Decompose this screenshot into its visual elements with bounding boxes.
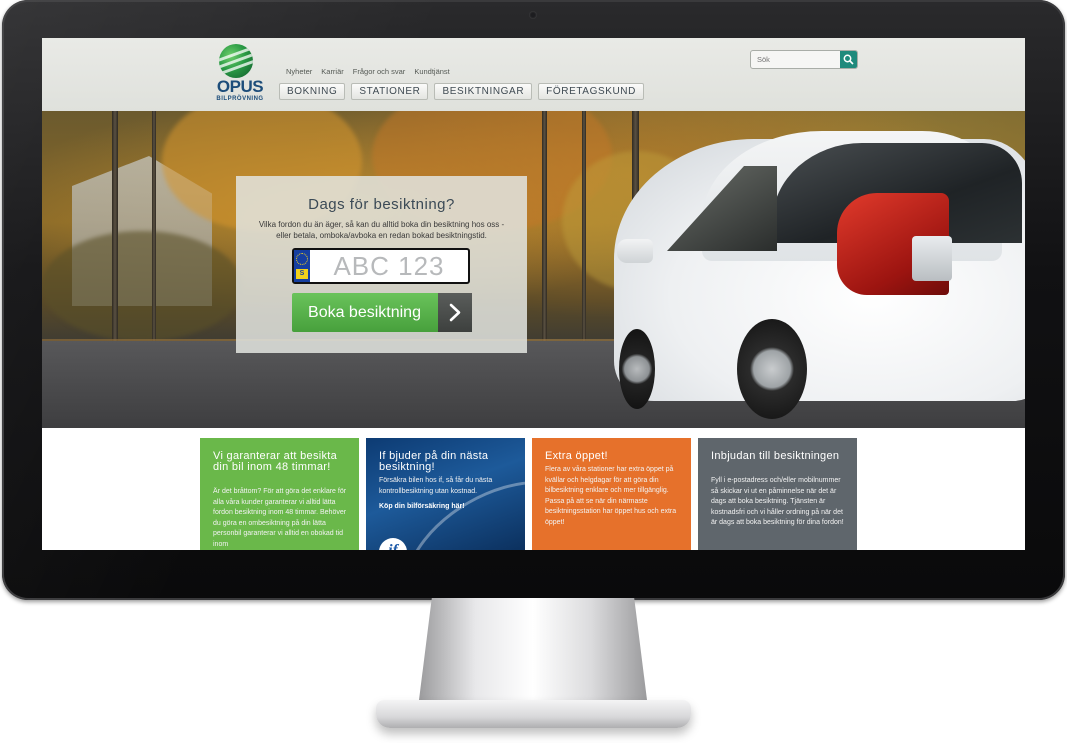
- eu-flag-icon: S: [294, 250, 310, 282]
- car-rear-wheel: [737, 319, 807, 419]
- webcam: [529, 11, 537, 19]
- card-text: Fyll i e-postadress och/eller mobilnumme…: [711, 477, 844, 526]
- site-header: OPUS BILPRÖVNING Nyheter Karriär Frågor …: [42, 38, 1025, 111]
- booking-title: Dags för besiktning?: [308, 196, 455, 213]
- logo-text: OPUS: [216, 77, 264, 96]
- card-link[interactable]: Köp din bilförsäkring här!: [379, 503, 465, 510]
- card-text: Försäkra bilen hos if, så får du nästa k…: [379, 477, 493, 495]
- booking-description: Vilka fordon du än äger, så kan du allti…: [258, 220, 505, 240]
- search-button[interactable]: [840, 51, 857, 68]
- card-title: If bjuder på din nästa besiktning!: [379, 450, 489, 473]
- promo-cards: Vi garanterar att besikta din bil inom 4…: [200, 438, 857, 550]
- monitor-stand-base: [376, 700, 691, 728]
- nav-stationer[interactable]: STATIONER: [351, 83, 429, 100]
- plate-country-code: S: [296, 269, 308, 279]
- if-logo-icon: if: [379, 538, 407, 550]
- license-plate-input[interactable]: S ABC 123: [292, 248, 470, 284]
- top-links: Nyheter Karriär Frågor och svar Kundtjän…: [286, 67, 450, 76]
- nav-foretagskund[interactable]: FÖRETAGSKUND: [538, 83, 644, 100]
- logo-subtext: BILPRÖVNING: [216, 96, 264, 102]
- car-mirror: [617, 239, 653, 263]
- search-icon: [843, 54, 854, 65]
- card-invitation[interactable]: Inbjudan till besiktningen Fyll i e-post…: [698, 438, 857, 550]
- search-input[interactable]: [751, 51, 837, 68]
- chevron-right-icon: [438, 293, 472, 332]
- car-taillight-inner: [912, 236, 952, 281]
- card-title: Inbjudan till besiktningen: [711, 450, 840, 462]
- boka-besiktning-button[interactable]: Boka besiktning: [292, 293, 472, 332]
- card-guarantee[interactable]: Vi garanterar att besikta din bil inom 4…: [200, 438, 359, 550]
- monitor-stand-neck: [418, 598, 648, 708]
- website-screen: OPUS BILPRÖVNING Nyheter Karriär Frågor …: [42, 38, 1025, 550]
- card-title: Extra öppet!: [545, 450, 608, 462]
- plate-placeholder[interactable]: ABC 123: [310, 250, 468, 282]
- nav-besiktningar[interactable]: BESIKTNINGAR: [434, 83, 533, 100]
- globe-icon: [219, 44, 253, 78]
- opus-logo[interactable]: OPUS BILPRÖVNING: [210, 44, 270, 106]
- link-fragor-och-svar[interactable]: Frågor och svar: [353, 67, 406, 76]
- hero-banner: Dags för besiktning? Vilka fordon du än …: [42, 111, 1025, 428]
- card-if-insurance[interactable]: If bjuder på din nästa besiktning! Försä…: [366, 438, 525, 550]
- card-text: Flera av våra stationer har extra öppet …: [545, 466, 677, 526]
- card-title: Vi garanterar att besikta din bil inom 4…: [213, 450, 338, 473]
- button-label: Boka besiktning: [308, 304, 421, 321]
- search-box: [750, 50, 858, 69]
- nav-bokning[interactable]: BOKNING: [279, 83, 346, 100]
- link-nyheter[interactable]: Nyheter: [286, 67, 312, 76]
- car-front-wheel: [619, 329, 655, 409]
- card-extra-open[interactable]: Extra öppet! Flera av våra stationer har…: [532, 438, 691, 550]
- main-nav: BOKNING STATIONER BESIKTNINGAR FÖRETAGSK…: [279, 83, 644, 100]
- link-kundtjanst[interactable]: Kundtjänst: [414, 67, 449, 76]
- booking-panel: Dags för besiktning? Vilka fordon du än …: [236, 176, 527, 353]
- link-karriar[interactable]: Karriär: [321, 67, 344, 76]
- card-text: Är det bråttom? För att göra det enklare…: [213, 488, 347, 548]
